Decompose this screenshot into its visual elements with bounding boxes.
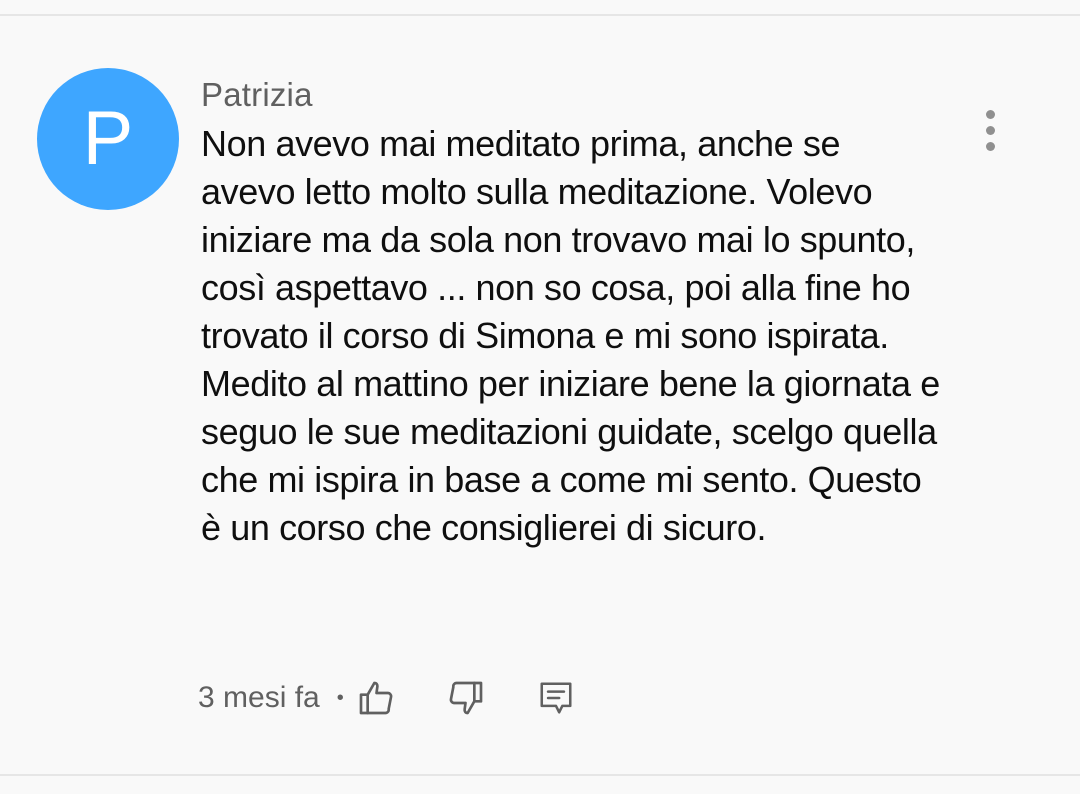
author-name[interactable]: Patrizia <box>201 76 313 114</box>
bottom-divider <box>0 774 1080 794</box>
avatar-letter: P <box>82 96 134 181</box>
thumb-down-icon <box>449 681 483 715</box>
comment-actions: 3 mesi fa • <box>198 670 584 726</box>
menu-dot <box>985 141 995 151</box>
top-divider <box>0 0 1080 16</box>
menu-dot <box>985 125 995 135</box>
avatar[interactable]: P <box>37 68 179 210</box>
reply-comment-icon <box>540 682 572 714</box>
comment-page: P Patrizia Non avevo mai meditato prima,… <box>0 0 1080 794</box>
more-vert-icon[interactable] <box>972 100 1008 160</box>
thumb-up-icon <box>359 681 393 715</box>
separator-dot: • <box>336 686 344 709</box>
timestamp: 3 mesi fa <box>198 681 320 714</box>
dislike-button[interactable] <box>438 670 494 726</box>
reply-button[interactable] <box>528 670 584 726</box>
menu-dot <box>985 109 995 119</box>
like-button[interactable] <box>348 670 404 726</box>
comment-text: Non avevo mai meditato prima, anche se a… <box>201 123 940 548</box>
